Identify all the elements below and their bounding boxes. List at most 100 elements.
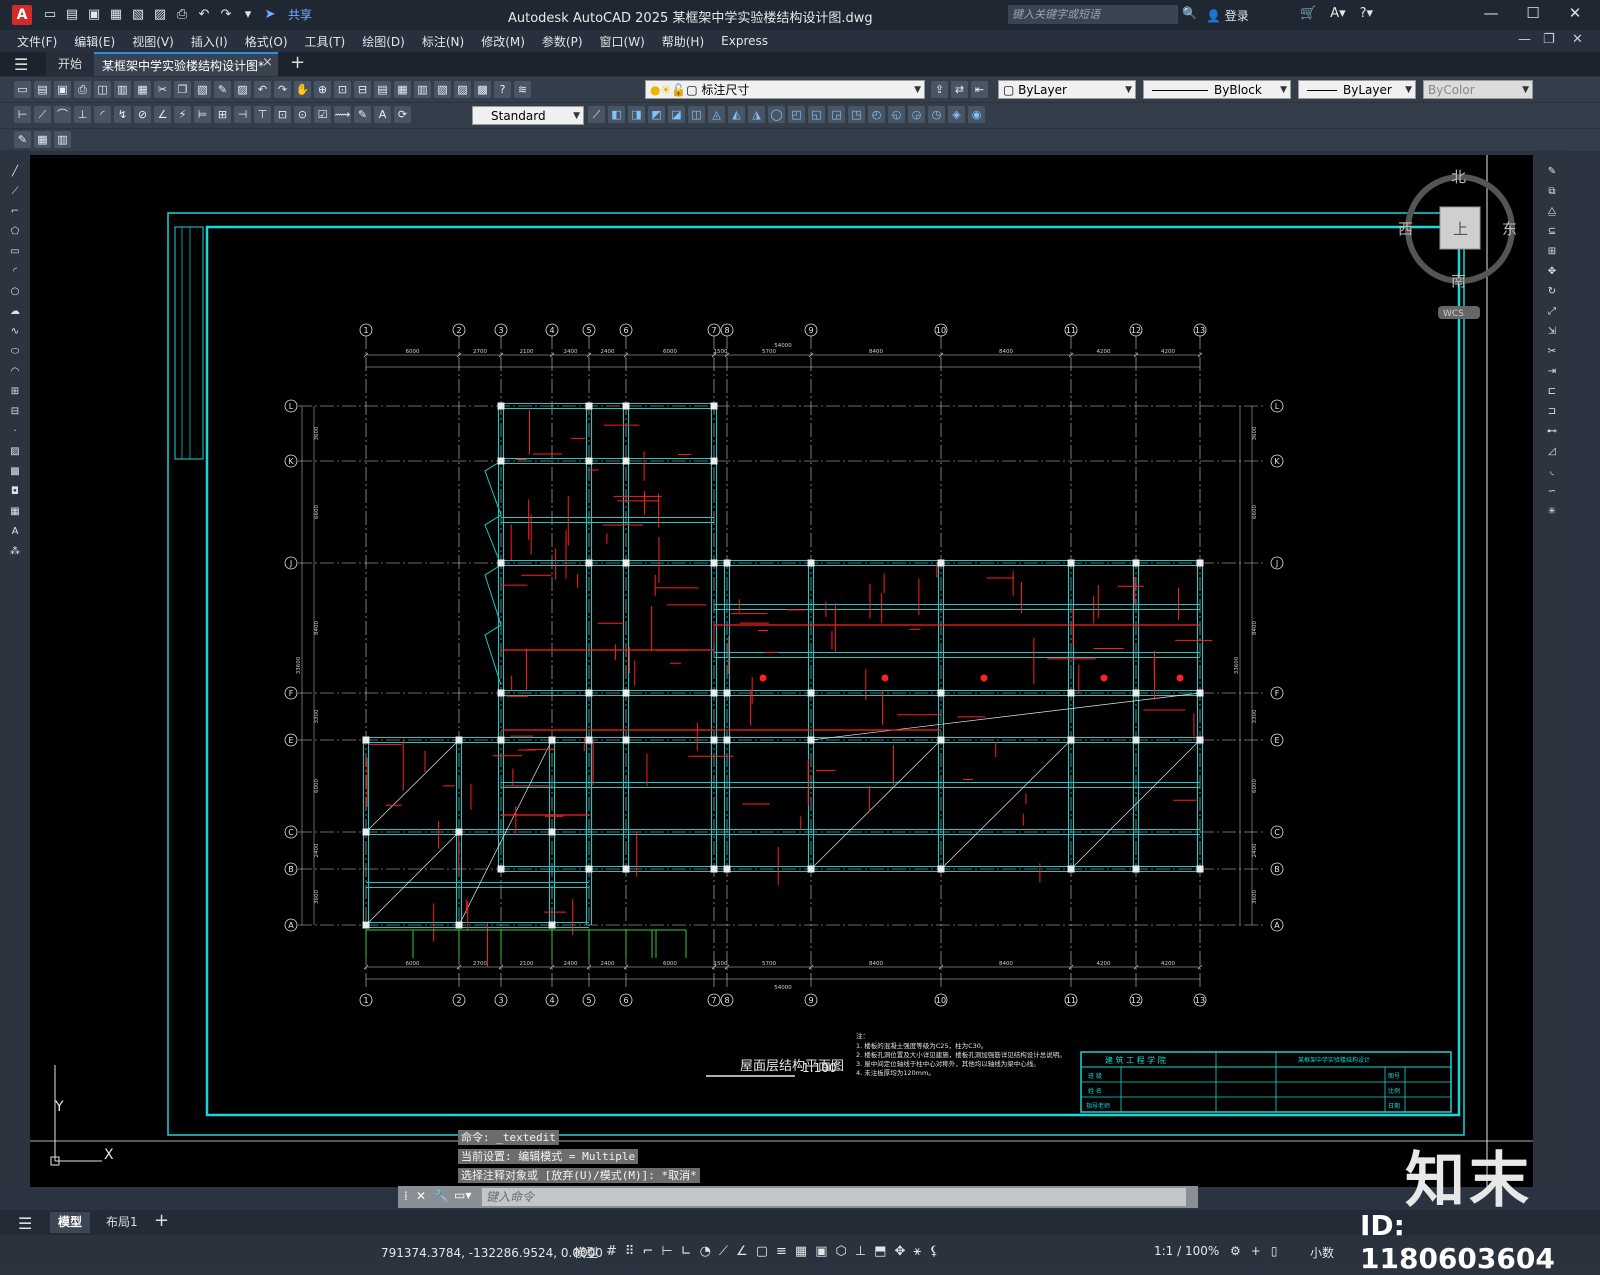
auto-scale-icon[interactable]: ⚸	[929, 1244, 939, 1259]
3d-osnap-icon[interactable]: ⬡	[835, 1244, 846, 1259]
hatch-icon[interactable]: ▨	[7, 444, 23, 460]
zoom-window-icon[interactable]: ⊡	[334, 81, 351, 98]
sheet-set-icon[interactable]: ▧	[434, 81, 451, 98]
workspace-gear-icon[interactable]: ⚙	[1230, 1244, 1241, 1258]
add-selected-icon[interactable]: ⁂	[7, 544, 23, 560]
menu-edit[interactable]: 编辑(E)	[74, 33, 115, 50]
quick-dim-icon[interactable]: ⚡	[174, 106, 191, 123]
save-icon[interactable]: ▣	[86, 7, 102, 23]
layer-previous-icon[interactable]: ⇤	[971, 81, 988, 98]
layer-match-icon[interactable]: ⇄	[951, 81, 968, 98]
dim-update-icon[interactable]: ⟳	[394, 106, 411, 123]
calculator-icon[interactable]: ▩	[474, 81, 491, 98]
viewcube[interactable]: 上 北 南 东 西 WCS	[1398, 168, 1517, 319]
plot-icon[interactable]: ⎙	[174, 7, 190, 23]
fillet-icon[interactable]: ◟	[1544, 464, 1560, 480]
close-command-line-icon[interactable]: ✕	[416, 1189, 426, 1203]
menu-express[interactable]: Express	[721, 34, 768, 48]
copy-object-icon[interactable]: ⧉	[1544, 184, 1560, 200]
undo-icon[interactable]: ↶	[254, 81, 271, 98]
field-icon[interactable]: ▥	[54, 131, 71, 148]
chamfer-icon[interactable]: ◿	[1544, 444, 1560, 460]
ucs-icon[interactable]: ◵	[888, 106, 905, 123]
mirror-icon[interactable]: ⧋	[1544, 204, 1560, 220]
dimstyle-manager-icon[interactable]: ⟋	[588, 106, 605, 123]
cursor-coordinates[interactable]: 791374.3784, -132286.9524, 0.0000	[381, 1246, 603, 1260]
help-icon[interactable]: ?	[494, 81, 511, 98]
menu-file[interactable]: 文件(F)	[17, 33, 57, 50]
dim-aligned-icon[interactable]: ⟋	[34, 106, 51, 123]
layer-properties-icon[interactable]: ≋	[514, 81, 531, 98]
autocad-logo-icon[interactable]: A	[12, 5, 32, 25]
line-icon[interactable]: ╱	[7, 164, 23, 180]
xline-icon[interactable]: ⟋	[7, 184, 23, 200]
ellipse-arc-icon[interactable]: ◠	[7, 364, 23, 380]
tool-palettes-icon[interactable]: ▥	[414, 81, 431, 98]
offset-icon[interactable]: ⊆	[1544, 224, 1560, 240]
stretch-icon[interactable]: ⇲	[1544, 324, 1560, 340]
isodraft-icon[interactable]: ⟋	[719, 1244, 728, 1259]
dim-baseline-icon[interactable]: ⊨	[194, 106, 211, 123]
dim-space-icon[interactable]: ⊣	[234, 106, 251, 123]
customize-dropdown-icon[interactable]: ▾	[240, 7, 256, 23]
color-dropdown[interactable]: ▢ ByLayer ▼	[998, 80, 1136, 99]
dim-ordinate-icon[interactable]: ⊥	[74, 106, 91, 123]
osnap-icon[interactable]: ▢	[756, 1244, 768, 1259]
search-icon[interactable]: 🔍	[1182, 6, 1197, 20]
scale-icon[interactable]: ⤢	[1544, 304, 1560, 320]
dynamic-ucs-icon[interactable]: ⊥	[855, 1244, 866, 1259]
explode-icon[interactable]: ✳	[1544, 504, 1560, 520]
point-icon[interactable]: ·	[7, 424, 23, 440]
menu-dimension[interactable]: 标注(N)	[422, 33, 464, 50]
extrude-icon[interactable]: ◪	[668, 106, 685, 123]
make-current-icon[interactable]: ⇪	[931, 81, 948, 98]
snap-icon[interactable]: ⠿	[625, 1244, 635, 1259]
publish-icon[interactable]: ▥	[114, 81, 131, 98]
tolerance-icon[interactable]: ⊡	[274, 106, 291, 123]
design-center-icon[interactable]: ▦	[394, 81, 411, 98]
extend-icon[interactable]: ⇥	[1544, 364, 1560, 380]
menu-format[interactable]: 格式(O)	[245, 33, 288, 50]
close-tab-icon[interactable]: ×	[262, 55, 273, 70]
block-editor-icon[interactable]: ▨	[234, 81, 251, 98]
pan-icon[interactable]: ✋	[294, 81, 311, 98]
sweep-icon[interactable]: ◬	[708, 106, 725, 123]
doc-restore-button[interactable]: ❐	[1543, 32, 1555, 47]
zoom-previous-icon[interactable]: ⊟	[354, 81, 371, 98]
osnap-track-icon[interactable]: ∠	[736, 1244, 748, 1259]
box-icon[interactable]: ◧	[608, 106, 625, 123]
plotstyle-dropdown[interactable]: ByColor ▼	[1423, 80, 1533, 99]
arc-icon[interactable]: ◜	[7, 264, 23, 280]
markup-icon[interactable]: ▨	[454, 81, 471, 98]
viewcube-north[interactable]: 北	[1451, 168, 1466, 186]
help-search-input[interactable]: 键入关键字或短语	[1008, 5, 1178, 24]
dim-continue-icon[interactable]: ⊞	[214, 106, 231, 123]
layer-dropdown[interactable]: ●☀🔓▢ 标注尺寸 ▼	[645, 80, 925, 99]
blend-icon[interactable]: ∽	[1544, 484, 1560, 500]
add-layout-button[interactable]: +	[154, 1210, 169, 1231]
units-dropdown[interactable]: 小数	[1310, 1244, 1334, 1261]
join-icon[interactable]: ⊷	[1544, 424, 1560, 440]
mtext-icon[interactable]: A	[7, 524, 23, 540]
break-icon[interactable]: ⊐	[1544, 404, 1560, 420]
render-icon[interactable]: ◲	[828, 106, 845, 123]
thicken-icon[interactable]: ◰	[788, 106, 805, 123]
polar-icon[interactable]: ◔	[700, 1244, 711, 1259]
jogged-linear-icon[interactable]: ⟿	[334, 106, 351, 123]
linetype-dropdown[interactable]: ByBlock ▼	[1143, 80, 1291, 99]
visual-style-icon[interactable]: ◱	[808, 106, 825, 123]
menu-window[interactable]: 窗口(W)	[600, 33, 645, 50]
plot-icon[interactable]: ⎙	[74, 81, 91, 98]
new-file-icon[interactable]: ▭	[42, 7, 58, 23]
tab-layout1[interactable]: 布局1	[100, 1212, 144, 1233]
union-icon[interactable]: ◨	[628, 106, 645, 123]
redo-icon[interactable]: ↷	[218, 7, 234, 23]
menu-insert[interactable]: 插入(I)	[191, 33, 228, 50]
circle-icon[interactable]: ○	[7, 284, 23, 300]
dynamic-input-icon[interactable]: ⊢	[661, 1244, 672, 1259]
pline-icon[interactable]: ⌐	[7, 204, 23, 220]
3dprint-icon[interactable]: ▦	[134, 81, 151, 98]
gizmo-icon[interactable]: ✥	[894, 1244, 905, 1259]
redo-icon[interactable]: ↷	[274, 81, 291, 98]
selection-filter-icon[interactable]: ⬒	[874, 1244, 886, 1259]
